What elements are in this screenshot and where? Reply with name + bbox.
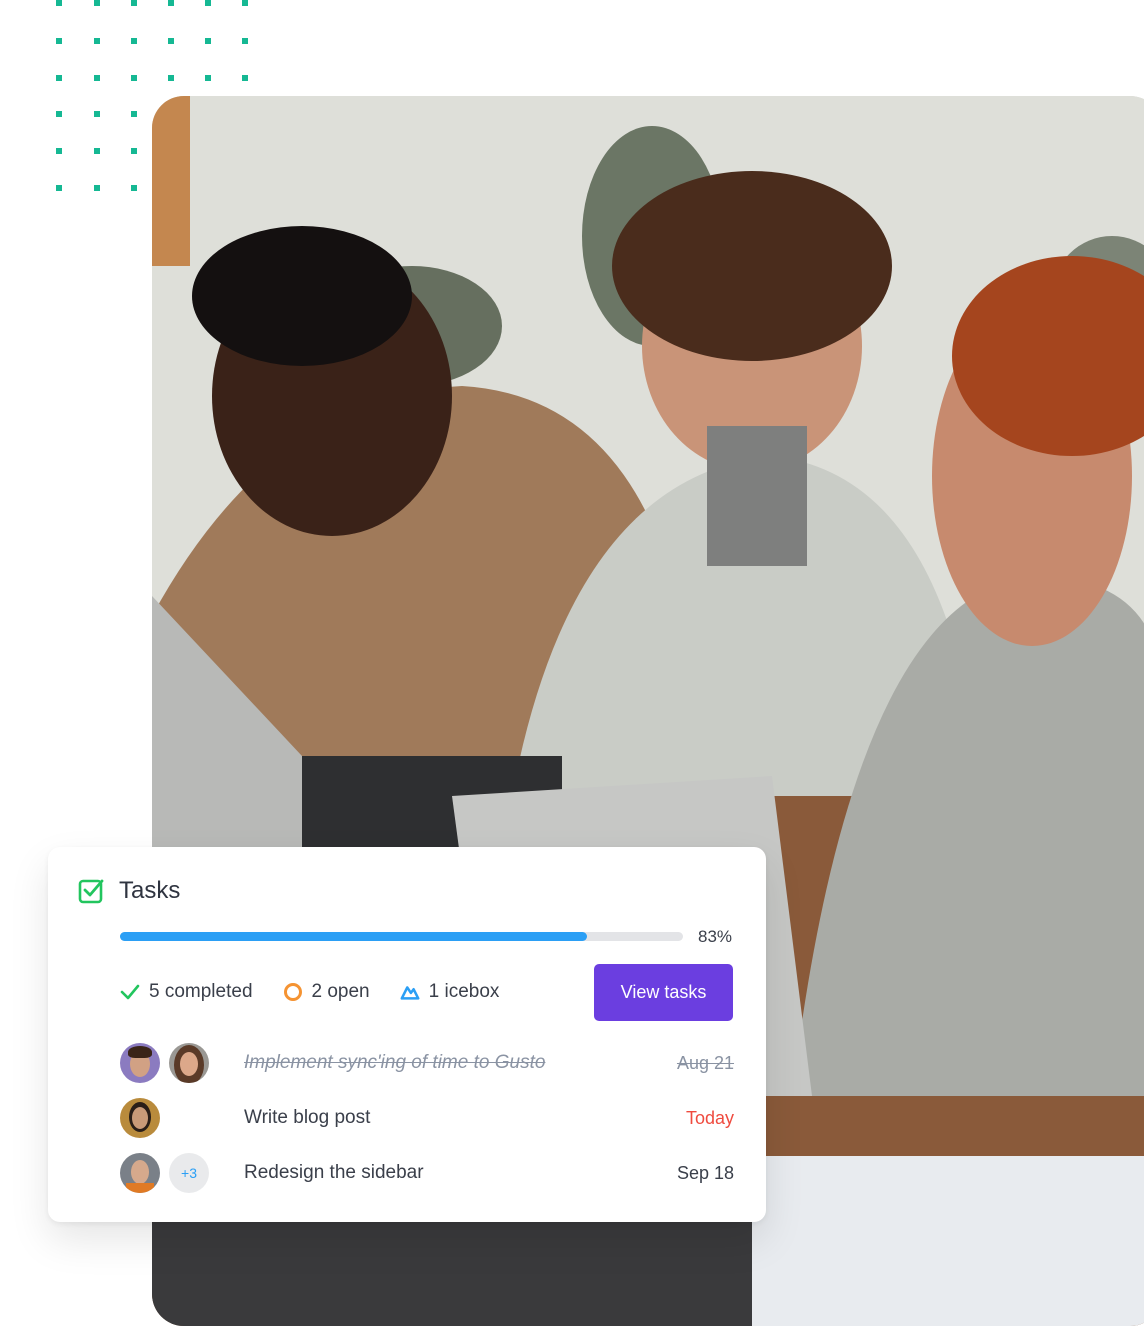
task-row[interactable]: Implement sync'ing of time to Gusto Aug … <box>120 1043 734 1083</box>
icebox-mountain-icon <box>400 986 420 1000</box>
decorative-dot <box>205 75 211 81</box>
tasks-card: Tasks 83% 5 completed 2 open 1 icebox Vi… <box>48 847 766 1222</box>
decorative-dot <box>168 75 174 81</box>
decorative-dot <box>131 75 137 81</box>
task-assignees: +3 <box>120 1153 244 1193</box>
tasks-card-title: Tasks <box>119 877 181 904</box>
stat-completed-label: 5 completed <box>149 981 253 1002</box>
stat-open: 2 open <box>283 981 370 1003</box>
avatar <box>120 1043 160 1083</box>
progress-bar <box>120 932 683 941</box>
decorative-dot <box>94 111 100 117</box>
task-assignees <box>120 1043 244 1083</box>
decorative-dot <box>131 111 137 117</box>
avatar <box>120 1098 160 1138</box>
stat-completed: 5 completed <box>120 981 253 1003</box>
stat-icebox-label: 1 icebox <box>428 981 500 1002</box>
decorative-dot <box>94 185 100 191</box>
decorative-dot <box>56 148 62 154</box>
decorative-dot <box>131 38 137 44</box>
avatar <box>169 1043 209 1083</box>
task-date: Today <box>685 1107 734 1128</box>
decorative-dot <box>205 0 211 6</box>
task-assignees <box>120 1098 244 1138</box>
task-date: Aug 21 <box>676 1052 734 1073</box>
stat-icebox: 1 icebox <box>400 981 500 1003</box>
decorative-dot <box>94 75 100 81</box>
checkbox-checked-icon <box>78 879 104 904</box>
avatar <box>120 1153 160 1193</box>
view-tasks-button[interactable]: View tasks <box>594 964 733 1021</box>
decorative-dot <box>94 148 100 154</box>
decorative-dot <box>94 38 100 44</box>
task-row[interactable]: Write blog post Today <box>120 1098 734 1138</box>
open-circle-icon <box>283 983 302 1001</box>
task-stats: 5 completed 2 open 1 icebox <box>120 981 529 1003</box>
task-date: Sep 18 <box>676 1162 734 1183</box>
decorative-dot <box>131 185 137 191</box>
decorative-dot <box>168 0 174 6</box>
decorative-dot <box>205 38 211 44</box>
check-icon <box>120 984 140 1000</box>
decorative-dot <box>56 111 62 117</box>
decorative-dot <box>242 75 248 81</box>
decorative-dot <box>168 38 174 44</box>
decorative-dot <box>242 0 248 6</box>
task-title: Write blog post <box>244 1107 371 1128</box>
decorative-dot <box>242 38 248 44</box>
task-title: Implement sync'ing of time to Gusto <box>244 1052 546 1073</box>
decorative-dot <box>56 0 62 6</box>
decorative-dot <box>56 38 62 44</box>
decorative-dot <box>94 0 100 6</box>
task-title: Redesign the sidebar <box>244 1162 424 1183</box>
decorative-dot <box>131 148 137 154</box>
task-row[interactable]: +3 Redesign the sidebar Sep 18 <box>120 1153 734 1193</box>
progress-bar-fill <box>120 932 588 941</box>
tasks-card-header: Tasks <box>78 877 180 905</box>
more-assignees-badge[interactable]: +3 <box>169 1153 209 1193</box>
decorative-dot <box>131 0 137 6</box>
decorative-dot <box>56 75 62 81</box>
stat-open-label: 2 open <box>311 981 370 1002</box>
progress-percent-label: 83% <box>698 927 733 946</box>
decorative-dot <box>56 185 62 191</box>
